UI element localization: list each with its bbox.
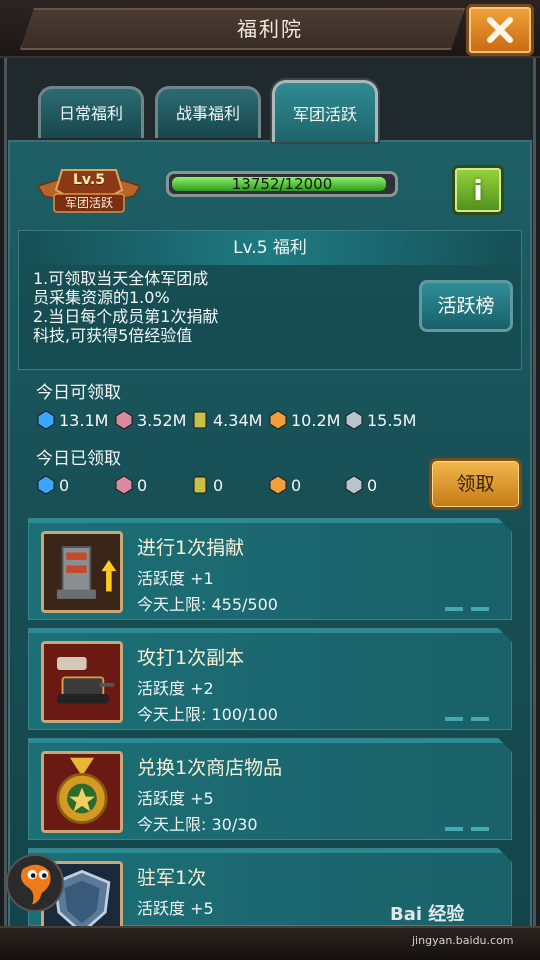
task-card: 攻打1次副本 活跃度 +2 今天上限: 100/100 (28, 628, 512, 730)
watermark: Bai 经验 (390, 904, 465, 925)
resource-value: 0 (291, 475, 302, 495)
title-bar (0, 0, 540, 58)
resource-item: 0 (36, 475, 114, 495)
task-title: 攻打1次副本 (137, 647, 245, 669)
benefit-heading: Lv.5 福利 (19, 231, 521, 265)
task-card: 兑换1次商店物品 活跃度 +5 今天上限: 30/30 (28, 738, 512, 840)
mascot-icon (6, 854, 64, 912)
card-decoration (445, 607, 491, 611)
task-activity: 活跃度 +5 (137, 789, 214, 808)
resource-item: 4.34M (190, 410, 268, 430)
today-claimed-label: 今日已领取 (36, 449, 121, 469)
resource-item: 0 (190, 475, 268, 495)
today-available-label: 今日可领取 (36, 383, 121, 403)
activity-progress-bar: 13752/12000 (166, 171, 398, 197)
task-title: 进行1次捐献 (137, 537, 245, 559)
blue-crystal-icon (37, 475, 55, 495)
resource-item: 0 (114, 475, 190, 495)
orange-ore-icon (269, 475, 287, 495)
card-divider (29, 849, 511, 853)
resource-item: 13.1M (36, 410, 114, 430)
resource-value: 0 (59, 475, 70, 495)
task-activity: 活跃度 +1 (137, 569, 214, 588)
card-divider (29, 629, 511, 633)
available-resource-row: 13.1M 3.52M 4.34M 10.2M 15.5M (36, 408, 424, 432)
resource-item: 10.2M (268, 410, 344, 430)
watermark-url: jingyan.baidu.com (412, 934, 514, 947)
task-title: 驻军1次 (137, 867, 207, 889)
close-button[interactable] (466, 4, 534, 56)
resource-value: 3.52M (137, 410, 187, 430)
task-limit: 今天上限: 30/30 (137, 815, 258, 834)
card-divider (29, 519, 511, 523)
resource-value: 0 (137, 475, 148, 495)
energy-can-icon (193, 476, 207, 494)
task-limit: 今天上限: 100/100 (137, 705, 278, 724)
level-label: Lv.5 (73, 172, 105, 188)
claim-button[interactable]: 领取 (429, 458, 522, 510)
activity-rank-button[interactable]: 活跃榜 (419, 280, 513, 332)
steel-ore-icon (345, 410, 363, 430)
resource-value: 0 (367, 475, 378, 495)
resource-item: 3.52M (114, 410, 190, 430)
tab-legion-activity[interactable]: 军团活跃 (272, 80, 378, 142)
steel-ore-icon (345, 475, 363, 495)
donation-building-icon (41, 531, 123, 613)
resource-value: 0 (213, 475, 224, 495)
task-activity: 活跃度 +2 (137, 679, 214, 698)
task-limit: 今天上限: 455/500 (137, 595, 278, 614)
resource-value: 13.1M (59, 410, 109, 430)
badge-name: 军团活跃 (64, 196, 113, 210)
tank-battle-icon (41, 641, 123, 723)
resource-item: 15.5M (344, 410, 424, 430)
resource-item: 0 (268, 475, 344, 495)
card-decoration (445, 827, 491, 831)
pink-ore-icon (115, 410, 133, 430)
claimed-resource-row: 0 0 0 0 0 (36, 473, 424, 497)
resource-value: 15.5M (367, 410, 417, 430)
card-decoration (445, 717, 491, 721)
energy-can-icon (193, 411, 207, 429)
info-icon: i (473, 173, 483, 207)
tab-daily-welfare[interactable]: 日常福利 (38, 86, 144, 138)
level-badge: Lv.5 军团活跃 (34, 160, 144, 216)
resource-value: 10.2M (291, 410, 341, 430)
medal-icon (41, 751, 123, 833)
title-plate (20, 8, 465, 50)
close-x-icon (487, 17, 513, 43)
pink-ore-icon (115, 475, 133, 495)
progress-text: 13752/12000 (231, 175, 333, 193)
resource-value: 4.34M (213, 410, 263, 430)
benefit-description: 1.可领取当天全体军团成 员采集资源的1.0% 2.当日每个成员第1次捐献 科技… (33, 269, 219, 345)
info-button[interactable]: i (452, 165, 504, 215)
tab-war-welfare[interactable]: 战事福利 (155, 86, 261, 138)
blue-crystal-icon (37, 410, 55, 430)
card-divider (29, 739, 511, 743)
orange-ore-icon (269, 410, 287, 430)
task-card: 进行1次捐献 活跃度 +1 今天上限: 455/500 (28, 518, 512, 620)
task-activity: 活跃度 +5 (137, 899, 214, 918)
task-title: 兑换1次商店物品 (137, 757, 283, 779)
resource-item: 0 (344, 475, 424, 495)
